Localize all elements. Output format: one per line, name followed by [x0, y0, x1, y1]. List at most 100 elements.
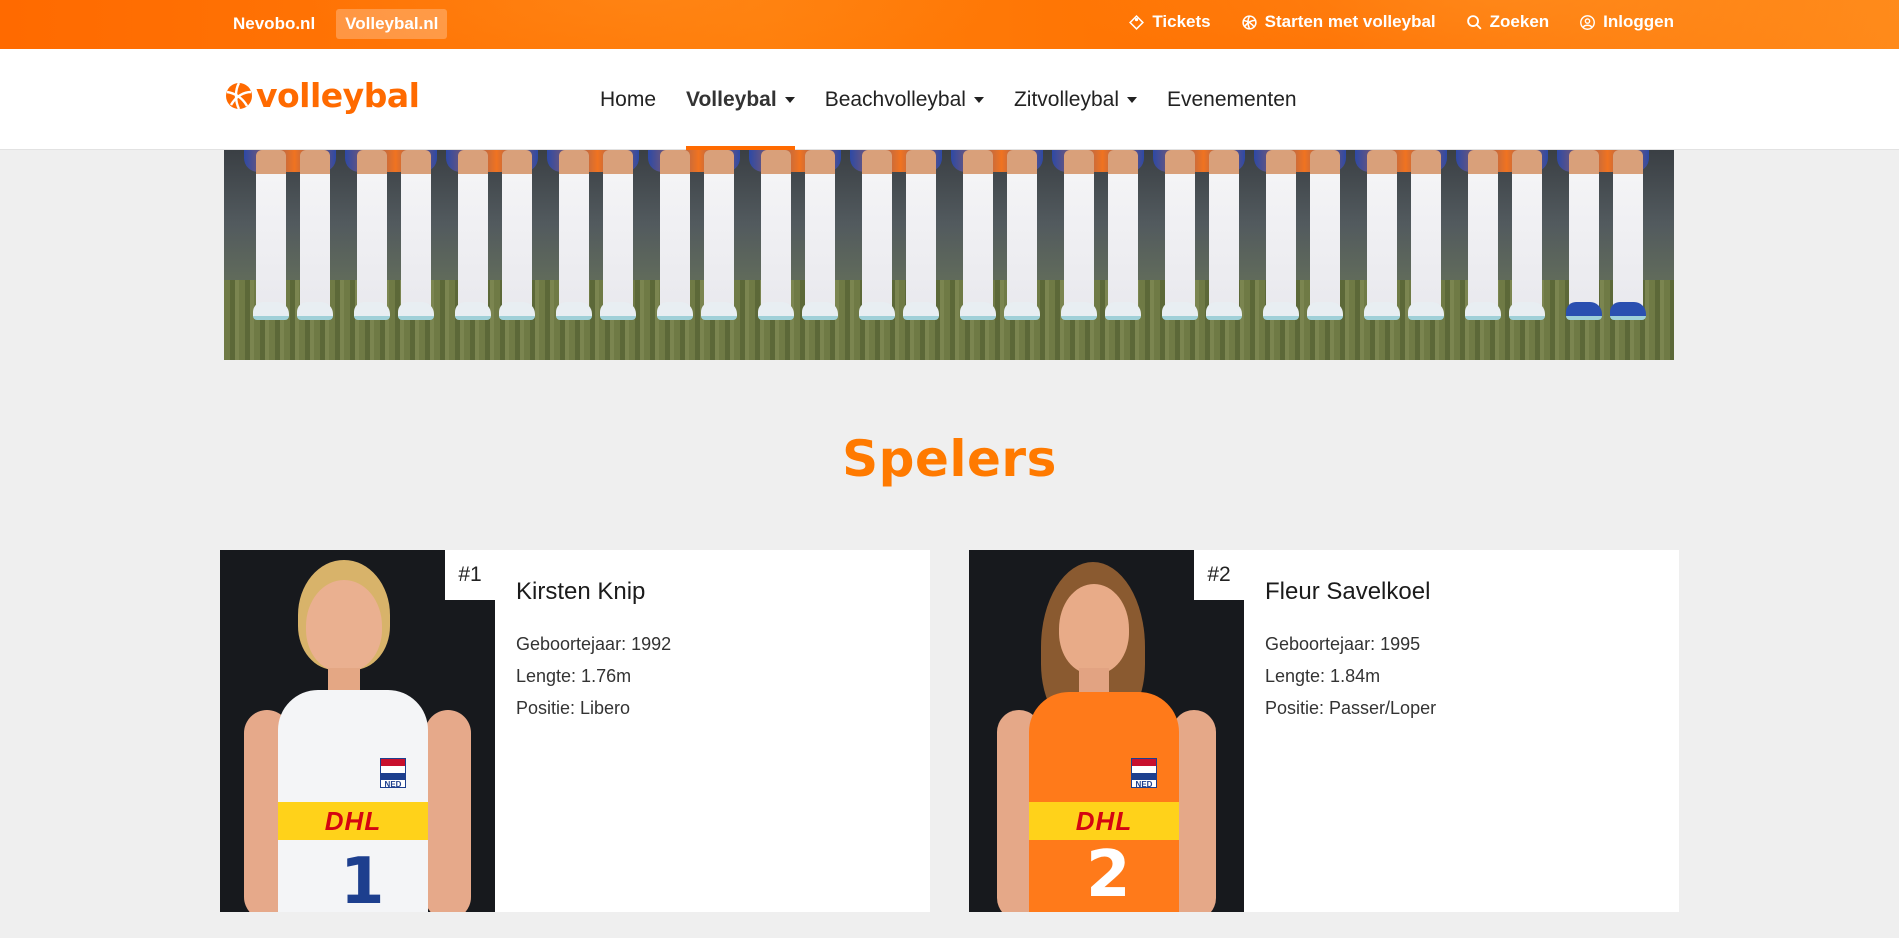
- player-leg: [300, 150, 330, 310]
- nav-item-volleybal[interactable]: Volleybal: [686, 49, 795, 150]
- nav-item-evenementen[interactable]: Evenementen: [1167, 49, 1297, 150]
- main-navigation: volleybal Home Volleybal Beachvolleybal …: [0, 49, 1899, 150]
- player-leg: [1165, 150, 1195, 310]
- player-leg: [1468, 150, 1498, 310]
- player-shoe: [1263, 302, 1299, 320]
- player-leg: [401, 150, 431, 310]
- player-shoe: [1566, 302, 1602, 320]
- search-icon: [1466, 14, 1482, 30]
- player-position: Positie: Libero: [516, 698, 631, 718]
- player-shoe: [556, 302, 592, 320]
- login-link[interactable]: Inloggen: [1579, 12, 1674, 32]
- player-name: Fleur Savelkoel: [1265, 578, 1431, 605]
- nav-label: Zitvolleybal: [1013, 87, 1119, 111]
- player-leg: [862, 150, 892, 310]
- player-leg: [1007, 150, 1037, 310]
- nevobo-link[interactable]: Nevobo.nl: [224, 9, 324, 39]
- player-leg: [1108, 150, 1138, 310]
- player-leg: [805, 150, 835, 310]
- player-shoe: [1408, 302, 1444, 320]
- player-shoe: [455, 302, 491, 320]
- player-birth-year: Geboortejaar: 1992: [516, 634, 672, 654]
- player-height: Lengte: 1.84m: [1265, 666, 1381, 686]
- player-shoe: [758, 302, 794, 320]
- nav-item-beachvolleybal[interactable]: Beachvolleybal: [825, 49, 984, 150]
- grass: [224, 280, 1674, 360]
- player-leg: [660, 150, 690, 310]
- player-position: Positie: Passer/Loper: [1265, 698, 1437, 718]
- player-shoe: [1061, 302, 1097, 320]
- player-shoe: [903, 302, 939, 320]
- player-shoe: [398, 302, 434, 320]
- player-leg: [1613, 150, 1643, 310]
- player-shoe: [1610, 302, 1646, 320]
- nav-item-home[interactable]: Home: [600, 49, 656, 150]
- player-leg: [761, 150, 791, 310]
- player-shoe: [701, 302, 737, 320]
- team-photo-banner: [224, 150, 1674, 360]
- player-leg: [704, 150, 734, 310]
- player-shoe: [1162, 302, 1198, 320]
- shirt-number: 2: [1086, 838, 1131, 912]
- login-label: Inloggen: [1603, 12, 1674, 31]
- player-leg: [1367, 150, 1397, 310]
- player-leg: [1512, 150, 1542, 310]
- site-logo[interactable]: volleybal: [224, 76, 420, 115]
- player-shoe: [1004, 302, 1040, 320]
- utility-nav: Tickets Starten met volleybal Zoeken Inl…: [1128, 12, 1674, 32]
- nav-label: Beachvolleybal: [824, 87, 966, 111]
- player-leg: [502, 150, 532, 310]
- player-height: Lengte: 1.76m: [516, 666, 632, 686]
- player-photo: NED DHL 2: [969, 550, 1244, 912]
- volleybal-link[interactable]: Volleybal.nl: [336, 9, 448, 39]
- player-leg: [1569, 150, 1599, 310]
- player-leg: [256, 150, 286, 310]
- nav-label: Volleybal: [686, 87, 777, 111]
- player-leg: [603, 150, 633, 310]
- ned-flag-badge: NED: [380, 758, 406, 789]
- sponsor-band: DHL: [1029, 802, 1179, 840]
- nav-label: Home: [600, 87, 657, 111]
- chevron-down-icon: [973, 96, 984, 103]
- player-birth-year: Geboortejaar: 1995: [1265, 634, 1421, 654]
- player-shoe: [1465, 302, 1501, 320]
- search-link[interactable]: Zoeken: [1466, 12, 1550, 32]
- site-switcher: Nevobo.nl Volleybal.nl: [224, 9, 448, 39]
- player-card[interactable]: NED DHL 1 #1 Kirsten Knip Geboortejaar: …: [220, 550, 930, 912]
- player-shoe: [1105, 302, 1141, 320]
- player-shoe: [859, 302, 895, 320]
- shirt-number: 1: [340, 845, 385, 912]
- player-leg: [1310, 150, 1340, 310]
- player-leg: [1411, 150, 1441, 310]
- player-shoe: [600, 302, 636, 320]
- player-number: #2: [1194, 550, 1244, 600]
- player-shoe: [1509, 302, 1545, 320]
- player-shoe: [802, 302, 838, 320]
- player-shoe: [253, 302, 289, 320]
- player-leg: [559, 150, 589, 310]
- player-shoe: [297, 302, 333, 320]
- player-info: Fleur Savelkoel Geboortejaar: 1995 Lengt…: [1265, 578, 1436, 730]
- starten-label: Starten met volleybal: [1264, 12, 1436, 31]
- player-shoe: [499, 302, 535, 320]
- volleyball-logo-icon: [226, 81, 252, 110]
- starten-link[interactable]: Starten met volleybal: [1241, 12, 1436, 32]
- player-leg: [1064, 150, 1094, 310]
- volleyball-icon: [1241, 14, 1257, 30]
- player-leg: [357, 150, 387, 310]
- section-title: Spelers: [842, 430, 1057, 488]
- player-info: Kirsten Knip Geboortejaar: 1992 Lengte: …: [516, 578, 671, 730]
- nav-label: Evenementen: [1167, 87, 1297, 111]
- ticket-icon: [1129, 14, 1145, 30]
- tickets-label: Tickets: [1152, 12, 1211, 31]
- tickets-link[interactable]: Tickets: [1128, 12, 1211, 32]
- nav-item-zitvolleybal[interactable]: Zitvolleybal: [1014, 49, 1137, 150]
- player-shoe: [1206, 302, 1242, 320]
- logo-text: volleybal: [256, 76, 420, 115]
- player-leg: [906, 150, 936, 310]
- player-leg: [458, 150, 488, 310]
- player-leg: [1266, 150, 1296, 310]
- search-label: Zoeken: [1489, 12, 1550, 31]
- player-card[interactable]: NED DHL 2 #2 Fleur Savelkoel Geboortejaa…: [969, 550, 1679, 912]
- player-shoe: [1307, 302, 1343, 320]
